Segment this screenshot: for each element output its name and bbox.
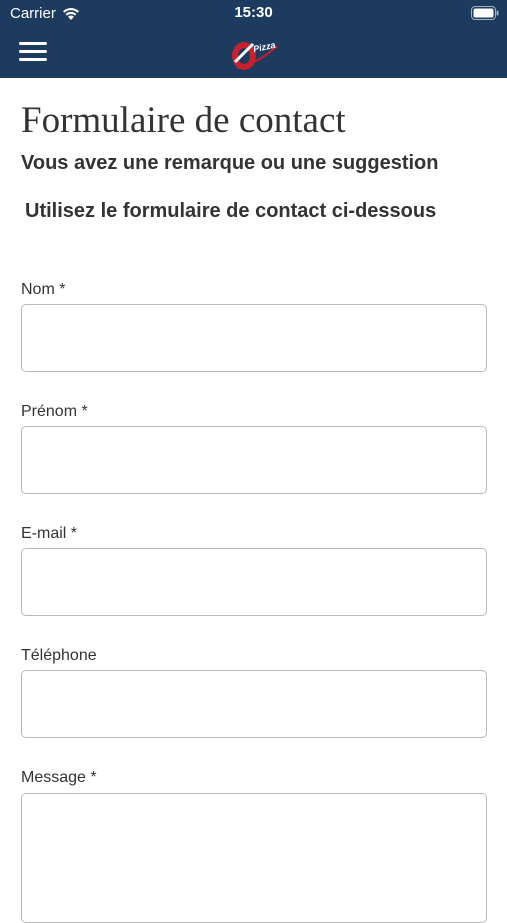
field-label-message: Message * bbox=[21, 769, 97, 786]
field-label-nom: Nom * bbox=[21, 281, 66, 298]
telephone-field[interactable] bbox=[21, 670, 487, 738]
field-label-telephone: Téléphone bbox=[21, 647, 97, 664]
page-title: Formulaire de contact bbox=[21, 100, 346, 141]
nom-field[interactable] bbox=[21, 304, 487, 372]
page-instruction: Utilisez le formulaire de contact ci-des… bbox=[25, 200, 437, 222]
message-field[interactable] bbox=[21, 793, 487, 923]
status-bar: Carrier 15:30 bbox=[0, 0, 507, 28]
email-field[interactable] bbox=[21, 548, 487, 616]
field-label-prenom: Prénom * bbox=[21, 403, 88, 420]
status-time: 15:30 bbox=[234, 4, 273, 21]
page-subtitle: Vous avez une remarque ou une suggestion bbox=[21, 152, 439, 174]
top-bar: Carrier 15:30 Pizza bbox=[0, 0, 507, 78]
page-content: Formulaire de contact Vous avez une rema… bbox=[21, 78, 487, 224]
field-label-email: E-mail * bbox=[21, 525, 78, 542]
navigation-bar: Pizza bbox=[0, 28, 507, 78]
hamburger-menu-icon[interactable] bbox=[19, 40, 47, 64]
pizza-logo: Pizza bbox=[229, 34, 281, 74]
battery-icon bbox=[471, 6, 499, 20]
prenom-field[interactable] bbox=[21, 426, 487, 494]
